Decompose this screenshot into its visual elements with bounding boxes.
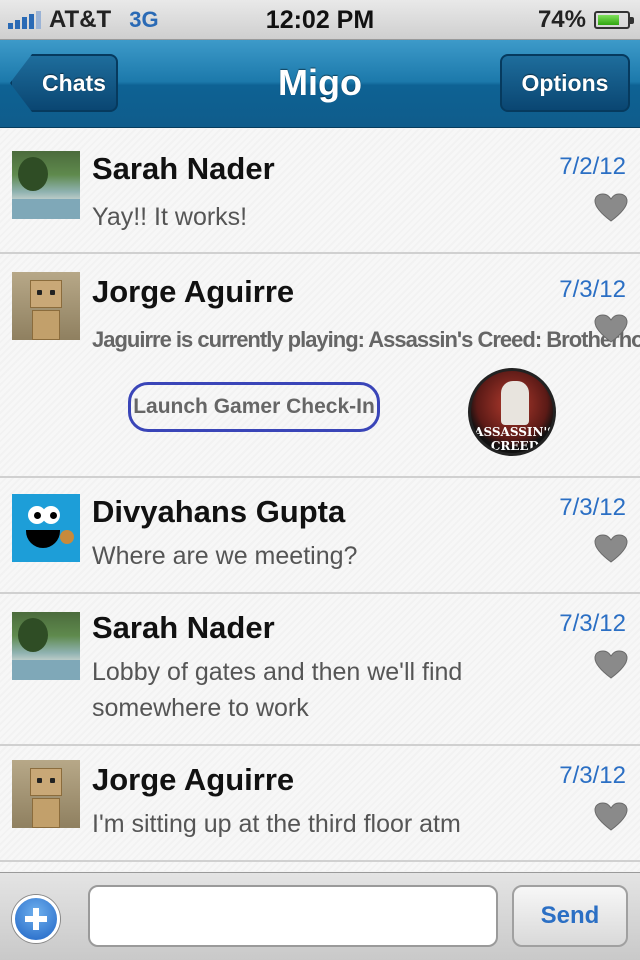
sender-name: Sarah Nader <box>92 610 275 645</box>
avatar-eye <box>37 290 42 295</box>
add-attachment-button[interactable] <box>12 895 60 943</box>
heart-icon[interactable] <box>594 314 628 344</box>
avatar-eye <box>50 778 55 783</box>
avatar-pool-shape <box>12 199 80 219</box>
message-item[interactable]: Divyahans Gupta 7/3/12 Where are we meet… <box>0 478 640 594</box>
message-item[interactable]: Sarah Nader 7/3/12 Lobby of gates and th… <box>0 594 640 746</box>
message-item[interactable]: Jorge Aguirre 7/3/12 I'm sitting up at t… <box>0 746 640 862</box>
game-status-text: Jaguirre is currently playing: Assassin'… <box>92 327 640 352</box>
avatar-pool-shape <box>12 660 80 680</box>
avatar-eye <box>37 778 42 783</box>
status-bar: AT&T 3G 12:02 PM 74% <box>0 0 640 40</box>
navigation-bar: Chats Migo Options <box>0 40 640 128</box>
game-logo-figure <box>501 381 529 425</box>
plus-icon-vertical <box>33 908 39 930</box>
heart-icon[interactable] <box>594 193 628 223</box>
avatar-pupil <box>50 512 57 519</box>
message-text: Where are we meeting? <box>92 542 358 570</box>
sender-name: Divyahans Gupta <box>92 494 346 529</box>
avatar-box-head <box>30 280 62 308</box>
battery-level-fill <box>598 15 619 25</box>
game-logo-icon[interactable]: ASSASSIN'S CREED BROTHERHOOD <box>468 368 556 456</box>
launch-gamer-checkin-button[interactable]: Launch Gamer Check-In <box>128 382 380 432</box>
message-date: 7/3/12 <box>559 494 626 521</box>
message-input-bar: Send <box>0 872 640 960</box>
send-button[interactable]: Send <box>512 885 628 947</box>
message-item[interactable]: Sarah Nader 7/2/12 Yay!! It works! <box>0 129 640 254</box>
message-date: 7/3/12 <box>559 610 626 637</box>
message-text: Yay!! It works! <box>92 203 248 231</box>
avatar-tree-shape <box>18 618 48 652</box>
heart-icon[interactable] <box>594 534 628 564</box>
avatar-pupil <box>34 512 41 519</box>
message-input[interactable] <box>88 885 498 947</box>
sender-name: Sarah Nader <box>92 151 275 186</box>
message-text: Lobby of gates and then we'll find somew… <box>92 658 463 722</box>
sender-name: Jorge Aguirre <box>92 274 295 309</box>
message-item[interactable]: Jorge Aguirre 7/3/12 Jaguirre is current… <box>0 254 640 478</box>
avatar <box>12 612 80 680</box>
message-list[interactable]: Sarah Nader 7/2/12 Yay!! It works! Jorge… <box>0 129 640 871</box>
game-logo-text: ASSASSIN'S CREED BROTHERHOOD <box>474 425 556 453</box>
sender-name: Jorge Aguirre <box>92 762 295 797</box>
avatar-box-body <box>32 798 60 828</box>
message-date: 7/2/12 <box>559 153 626 180</box>
avatar-eye <box>50 290 55 295</box>
message-date: 7/3/12 <box>559 276 626 303</box>
avatar <box>12 151 80 219</box>
battery-icon <box>594 11 634 29</box>
avatar <box>12 494 80 562</box>
status-right: 74% <box>537 4 634 36</box>
avatar-box-head <box>30 768 62 796</box>
message-text: I'm sitting up at the third floor atm <box>92 810 461 838</box>
heart-icon[interactable] <box>594 802 628 832</box>
avatar <box>12 760 80 828</box>
heart-icon[interactable] <box>594 650 628 680</box>
options-button[interactable]: Options <box>500 54 630 112</box>
avatar-tree-shape <box>18 157 48 191</box>
avatar-cookie <box>60 530 74 544</box>
avatar-box-body <box>32 310 60 340</box>
avatar <box>12 272 80 340</box>
battery-percent: 74% <box>537 6 586 33</box>
message-date: 7/3/12 <box>559 762 626 789</box>
avatar-mouth <box>26 530 60 548</box>
